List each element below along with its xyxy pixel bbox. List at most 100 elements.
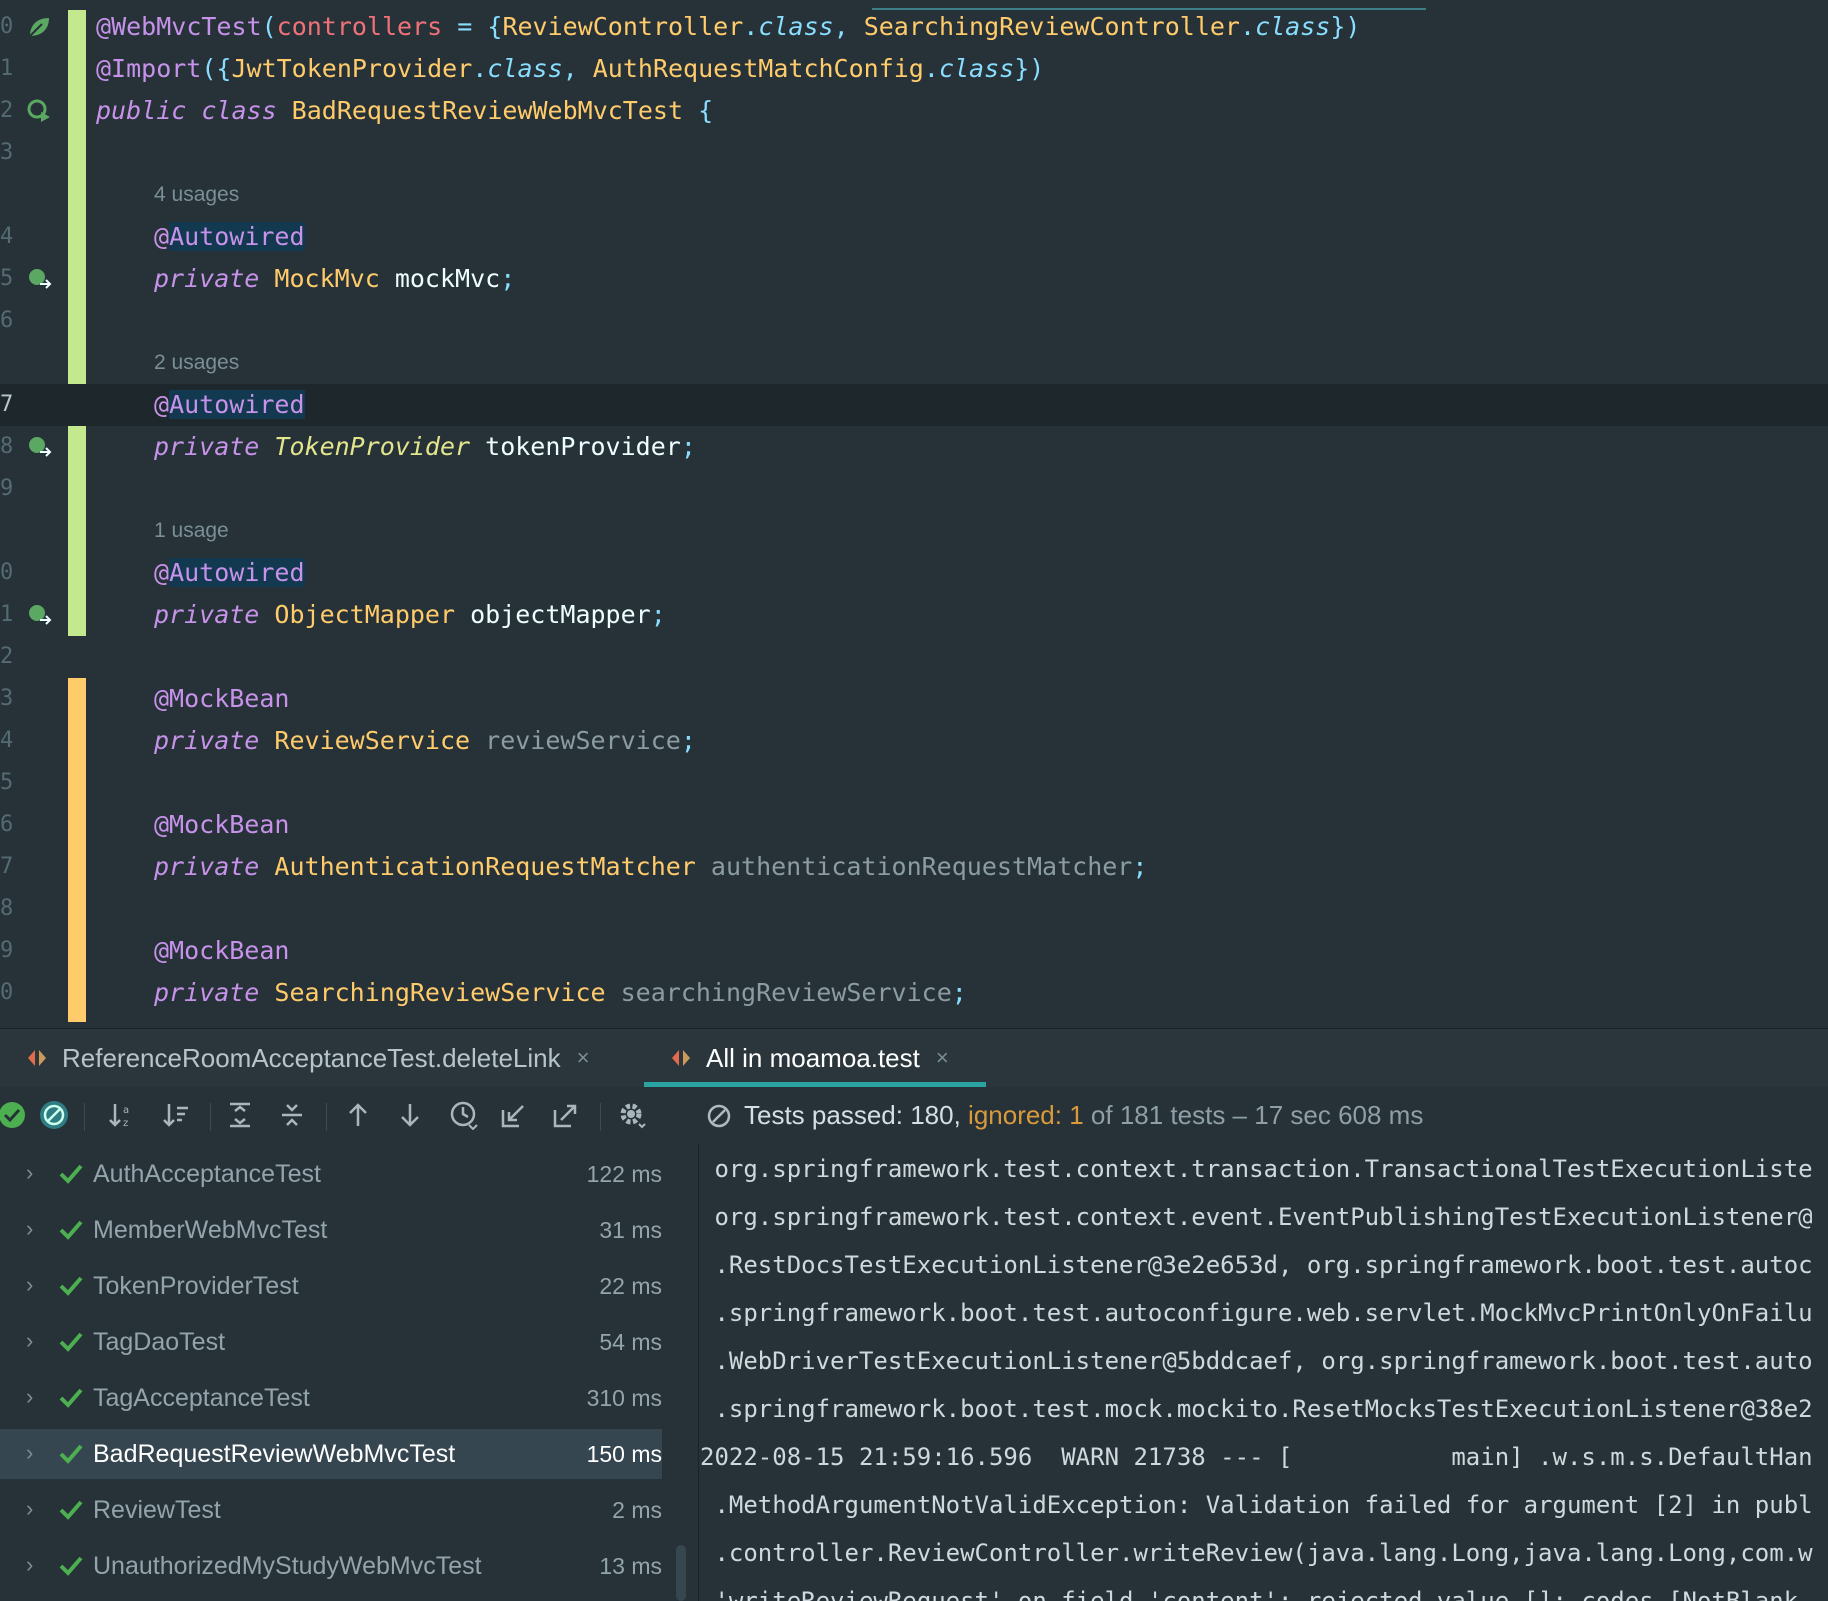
console-line[interactable]: org.springframework.test.context.event.E… xyxy=(700,1193,1812,1241)
chevron-right-icon[interactable]: › xyxy=(26,1553,46,1577)
run-test-icon[interactable] xyxy=(26,98,52,124)
code-line[interactable]: 6 xyxy=(0,300,1828,342)
code-text[interactable]: private AuthenticationRequestMatcher aut… xyxy=(154,846,1147,888)
spring-leaf-icon[interactable] xyxy=(26,14,52,40)
show-ignored-button[interactable] xyxy=(36,1097,72,1133)
toolbar-separator xyxy=(600,1103,601,1131)
usage-hint[interactable]: 1 usage xyxy=(154,510,229,552)
code-text[interactable]: @MockBean xyxy=(154,930,289,972)
line-number: 1 xyxy=(0,56,14,81)
autowired-bean-icon[interactable] xyxy=(26,434,52,460)
chevron-right-icon[interactable]: › xyxy=(26,1497,46,1521)
code-line[interactable]: 8 xyxy=(0,888,1828,930)
code-line[interactable]: 3 xyxy=(0,132,1828,174)
line-number: 9 xyxy=(0,938,14,963)
code-text[interactable]: @Autowired xyxy=(154,216,305,258)
console-line[interactable]: 'writeReviewRequest' on field 'content':… xyxy=(700,1577,1812,1601)
chevron-right-icon[interactable]: › xyxy=(26,1385,46,1409)
previous-failed-test-button[interactable] xyxy=(340,1097,376,1133)
test-row[interactable]: › TagAcceptanceTest 310 ms xyxy=(0,1373,662,1423)
console-line[interactable]: 2022-08-15 21:59:16.596 WARN 21738 --- [… xyxy=(700,1433,1813,1481)
code-line[interactable]: 4 @Autowired xyxy=(0,216,1828,258)
import-tests-button[interactable] xyxy=(496,1097,532,1133)
code-line[interactable]: 0 private SearchingReviewService searchi… xyxy=(0,972,1828,1014)
console-line[interactable]: .controller.ReviewController.writeReview… xyxy=(700,1529,1812,1577)
console-line[interactable]: org.springframework.test.context.transac… xyxy=(700,1145,1812,1193)
code-text[interactable]: @MockBean xyxy=(154,678,289,720)
code-text[interactable]: private TokenProvider tokenProvider; xyxy=(154,426,696,468)
chevron-right-icon[interactable]: › xyxy=(26,1217,46,1241)
code-line[interactable]: 9 xyxy=(0,468,1828,510)
code-editor[interactable]: 0 @WebMvcTest(controllers = {ReviewContr… xyxy=(0,0,1828,1028)
code-text[interactable]: @MockBean xyxy=(154,804,289,846)
code-line[interactable]: 2 public class BadRequestReviewWebMvcTes… xyxy=(0,90,1828,132)
tree-scrollbar[interactable] xyxy=(676,1545,686,1601)
usage-hint[interactable]: 2 usages xyxy=(154,342,239,384)
close-icon[interactable]: × xyxy=(577,1045,590,1071)
console-line[interactable]: .MethodArgumentNotValidException: Valida… xyxy=(700,1481,1812,1529)
code-text[interactable]: @Autowired xyxy=(154,384,305,426)
sort-alphabetically-button[interactable]: az xyxy=(104,1097,140,1133)
test-runner-toolbar: az xyxy=(0,1087,690,1143)
console-line[interactable]: .springframework.boot.test.autoconfigure… xyxy=(700,1289,1812,1337)
next-failed-test-button[interactable] xyxy=(392,1097,428,1133)
code-line[interactable]: 3 @MockBean xyxy=(0,678,1828,720)
code-text[interactable]: @Autowired xyxy=(154,552,305,594)
tab-all-in-moamoa-test[interactable]: All in moamoa.test × xyxy=(670,1029,949,1087)
test-duration: 22 ms xyxy=(599,1273,662,1299)
code-line[interactable]: 2 xyxy=(0,636,1828,678)
panel-divider[interactable] xyxy=(698,1143,699,1601)
code-text[interactable]: private SearchingReviewService searching… xyxy=(154,972,967,1014)
test-row[interactable]: › MemberWebMvcTest 31 ms xyxy=(0,1205,662,1255)
line-number: 6 xyxy=(0,308,14,333)
code-line[interactable]: 9 @MockBean xyxy=(0,930,1828,972)
autowired-bean-icon[interactable] xyxy=(26,266,52,292)
code-line[interactable]: 7 private AuthenticationRequestMatcher a… xyxy=(0,846,1828,888)
code-text[interactable]: @WebMvcTest(controllers = {ReviewControl… xyxy=(96,6,1360,48)
test-results-tree[interactable]: › AuthAcceptanceTest 122 ms › MemberWebMvcTe… xyxy=(0,1143,690,1601)
code-line[interactable]: 0 @Autowired xyxy=(0,552,1828,594)
test-row[interactable]: › UnauthorizedMyStudyWebMvcTest 13 ms xyxy=(0,1541,662,1591)
settings-button[interactable] xyxy=(614,1097,650,1133)
code-line[interactable]: 0 @WebMvcTest(controllers = {ReviewContr… xyxy=(0,6,1828,48)
test-row[interactable]: › AuthAcceptanceTest 122 ms xyxy=(0,1149,662,1199)
show-passed-button[interactable] xyxy=(0,1097,30,1133)
console-line[interactable]: .WebDriverTestExecutionListener@5bddcaef… xyxy=(700,1337,1812,1385)
code-text[interactable]: private ObjectMapper objectMapper; xyxy=(154,594,666,636)
code-line[interactable]: 8 private TokenProvider tokenProvider; xyxy=(0,426,1828,468)
tab-reference-room-acceptance-test[interactable]: ReferenceRoomAcceptanceTest.deleteLink × xyxy=(26,1029,589,1087)
code-text[interactable]: private ReviewService reviewService; xyxy=(154,720,696,762)
chevron-right-icon[interactable]: › xyxy=(26,1161,46,1185)
autowired-bean-icon[interactable] xyxy=(26,602,52,628)
export-tests-button[interactable] xyxy=(548,1097,584,1133)
usage-hint[interactable]: 4 usages xyxy=(154,174,239,216)
chevron-right-icon[interactable]: › xyxy=(26,1329,46,1353)
test-row[interactable]: › TokenProviderTest 22 ms xyxy=(0,1261,662,1311)
sort-by-duration-button[interactable] xyxy=(158,1097,194,1133)
console-output[interactable]: org.springframework.test.context.transac… xyxy=(700,1143,1828,1601)
console-line[interactable]: .springframework.boot.test.mock.mockito.… xyxy=(700,1385,1812,1433)
code-line[interactable]: 1 private ObjectMapper objectMapper; xyxy=(0,594,1828,636)
console-line[interactable]: .RestDocsTestExecutionListener@3e2e653d,… xyxy=(700,1241,1812,1289)
test-duration: 122 ms xyxy=(586,1161,662,1187)
code-text[interactable]: public class BadRequestReviewWebMvcTest … xyxy=(96,90,713,132)
code-text[interactable]: @Import({JwtTokenProvider.class, AuthReq… xyxy=(96,48,1044,90)
code-line[interactable]: 6 @MockBean xyxy=(0,804,1828,846)
code-line[interactable]: 5 xyxy=(0,762,1828,804)
chevron-right-icon[interactable]: › xyxy=(26,1441,46,1465)
collapse-all-button[interactable] xyxy=(274,1097,310,1133)
arrow-down-icon xyxy=(401,1104,419,1127)
expand-all-button[interactable] xyxy=(222,1097,258,1133)
close-icon[interactable]: × xyxy=(936,1045,949,1071)
code-line[interactable]: 1 @Import({JwtTokenProvider.class, AuthR… xyxy=(0,48,1828,90)
test-row[interactable]: › TagDaoTest 54 ms xyxy=(0,1317,662,1367)
test-name: TagDaoTest xyxy=(93,1328,226,1356)
code-text[interactable]: private MockMvc mockMvc; xyxy=(154,258,515,300)
current-code-line[interactable]: 7 @Autowired xyxy=(0,384,1828,426)
chevron-right-icon[interactable]: › xyxy=(26,1273,46,1297)
code-line[interactable]: 5 private MockMvc mockMvc; xyxy=(0,258,1828,300)
test-row[interactable]: › ReviewTest 2 ms xyxy=(0,1485,662,1535)
code-line[interactable]: 4 private ReviewService reviewService; xyxy=(0,720,1828,762)
test-row[interactable]: › BadRequestReviewWebMvcTest 150 ms xyxy=(0,1429,662,1479)
test-history-button[interactable] xyxy=(446,1097,482,1133)
